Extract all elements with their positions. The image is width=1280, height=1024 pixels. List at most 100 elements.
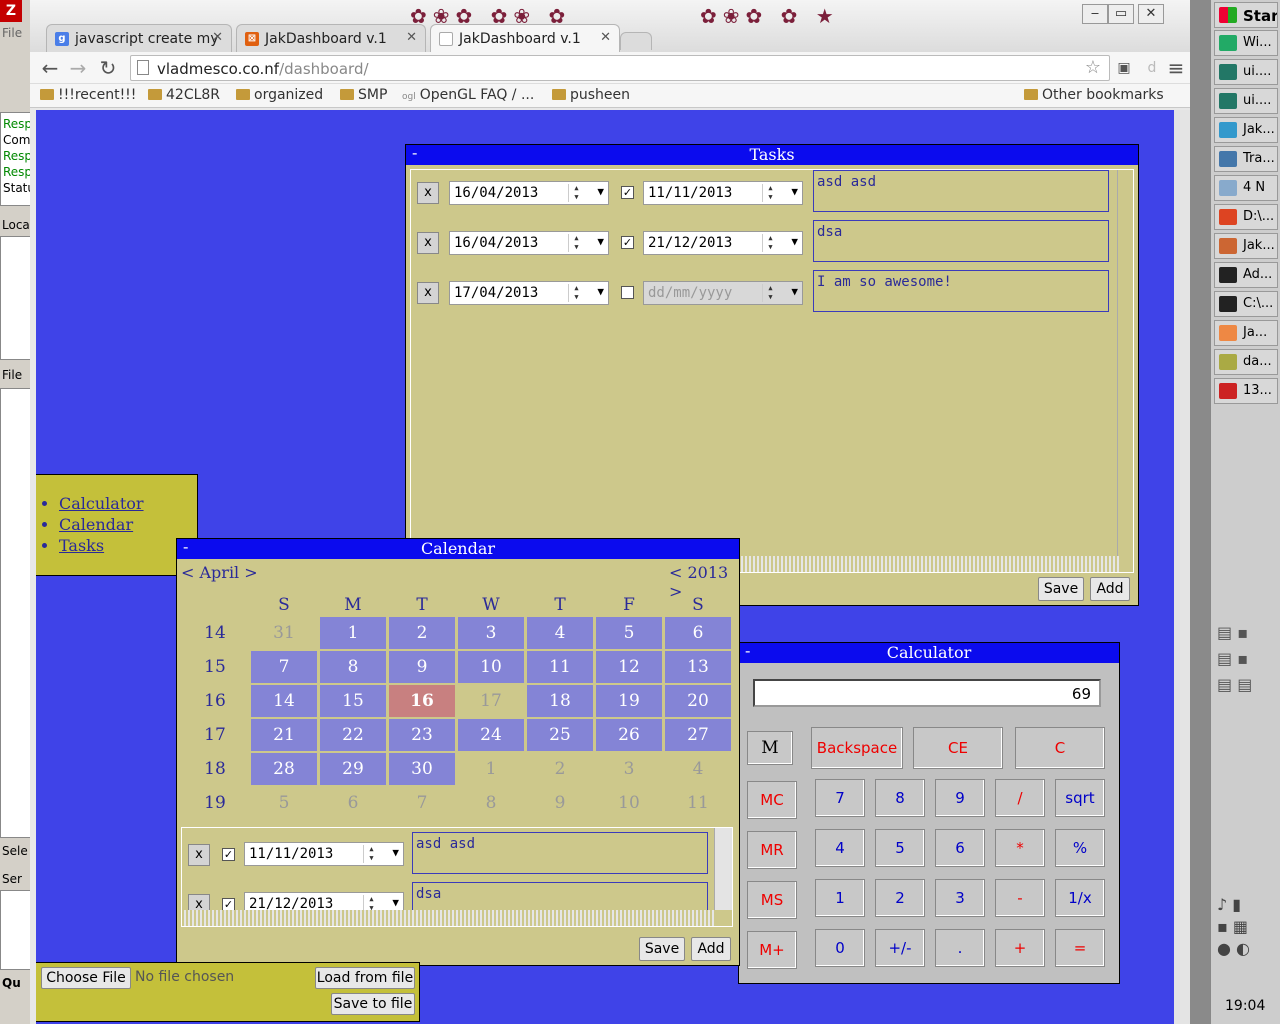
spinner-icon[interactable]: ▲ ▼ bbox=[762, 234, 778, 252]
clear-entry-button[interactable]: CE bbox=[913, 727, 1003, 769]
mc-button[interactable]: MC bbox=[747, 781, 797, 819]
taskbar-item[interactable]: Jak... bbox=[1214, 233, 1278, 259]
calendar-day[interactable]: 12 bbox=[596, 651, 662, 683]
maximize-icon[interactable]: ▭ bbox=[1108, 4, 1134, 24]
minimize-button[interactable]: - bbox=[412, 143, 417, 163]
dropdown-icon[interactable]: ▼ bbox=[597, 185, 604, 198]
calendar-day[interactable]: 17 bbox=[458, 685, 524, 717]
calendar-day[interactable]: 26 bbox=[596, 719, 662, 751]
taskbar-item[interactable]: 13... bbox=[1214, 378, 1278, 404]
menu-item-calculator[interactable]: Calculator bbox=[59, 493, 144, 514]
calendar-day-today[interactable]: 16 bbox=[389, 685, 455, 717]
key-8[interactable]: 8 bbox=[875, 779, 925, 817]
tasks-save-button[interactable]: Save bbox=[1038, 577, 1084, 601]
task-done-checkbox[interactable] bbox=[621, 286, 634, 299]
calendar-day[interactable]: 28 bbox=[251, 753, 317, 785]
bookmark-42cl8r[interactable]: 42CL8R bbox=[148, 87, 220, 103]
reload-icon[interactable]: ↻ bbox=[96, 56, 120, 80]
key-negate[interactable]: +/- bbox=[875, 929, 925, 967]
taskbar-item[interactable]: Jak... bbox=[1214, 117, 1278, 143]
save-to-file-button[interactable]: Save to file bbox=[331, 993, 415, 1015]
backspace-button[interactable]: Backspace bbox=[811, 727, 903, 769]
remove-task-button[interactable]: x bbox=[417, 182, 439, 204]
taskbar-item[interactable]: ui.... bbox=[1214, 59, 1278, 85]
month-navigator[interactable]: < April > bbox=[181, 563, 258, 582]
task-note-textarea[interactable]: dsa bbox=[813, 220, 1109, 262]
calendar-day[interactable]: 15 bbox=[320, 685, 386, 717]
key-0[interactable]: 0 bbox=[815, 929, 865, 967]
minimize-icon[interactable]: ‒ bbox=[1082, 4, 1108, 24]
calendar-day[interactable]: 8 bbox=[458, 787, 524, 819]
quick-launch-icons[interactable]: ▤ ▪ ▤ ▪ ▤ ▤ bbox=[1217, 620, 1273, 700]
close-icon[interactable]: ✕ bbox=[1138, 4, 1164, 24]
new-tab-button[interactable] bbox=[620, 32, 652, 50]
tasks-header[interactable]: - Tasks bbox=[406, 143, 1138, 165]
calendar-day[interactable]: 1 bbox=[320, 617, 386, 649]
key-9[interactable]: 9 bbox=[935, 779, 985, 817]
calendar-day[interactable]: 11 bbox=[527, 651, 593, 683]
task-due-date[interactable]: 11/11/2013 ▲ ▼ ▼ bbox=[244, 842, 404, 866]
forward-arrow-icon[interactable]: → bbox=[66, 56, 90, 80]
tag-extension-icon[interactable]: ▣ bbox=[1112, 56, 1136, 80]
calendar-header[interactable]: - Calendar bbox=[177, 537, 739, 559]
bookmark-opengl-faq[interactable]: ogl OpenGL FAQ / ... bbox=[402, 87, 534, 103]
taskbar-item[interactable]: Wi... bbox=[1214, 30, 1278, 56]
calendar-day[interactable]: 25 bbox=[527, 719, 593, 751]
tasks-add-button[interactable]: Add bbox=[1090, 577, 1130, 601]
page-info-icon[interactable] bbox=[137, 60, 149, 75]
calendar-day[interactable]: 6 bbox=[665, 617, 731, 649]
task-note-textarea[interactable]: asd asd bbox=[412, 832, 708, 874]
bookmark-recent[interactable]: !!!recent!!! bbox=[40, 87, 136, 103]
calendar-day[interactable]: 21 bbox=[251, 719, 317, 751]
minimize-button[interactable]: - bbox=[183, 537, 188, 557]
calendar-day[interactable]: 9 bbox=[389, 651, 455, 683]
calendar-day[interactable]: 13 bbox=[665, 651, 731, 683]
remove-task-button[interactable]: x bbox=[417, 282, 439, 304]
calendar-day[interactable]: 3 bbox=[458, 617, 524, 649]
tasks-vertical-scrollbar[interactable] bbox=[1117, 170, 1133, 556]
dropdown-icon[interactable]: ▼ bbox=[791, 185, 798, 198]
taskbar-item[interactable]: D:\... bbox=[1214, 204, 1278, 230]
key-percent[interactable]: % bbox=[1055, 829, 1105, 867]
menu-icon[interactable]: ≡ bbox=[1164, 56, 1188, 80]
extension-icon[interactable]: d bbox=[1140, 56, 1164, 80]
calendar-day[interactable]: 11 bbox=[665, 787, 731, 819]
task-note-textarea[interactable]: asd asd bbox=[813, 170, 1109, 212]
dropdown-icon[interactable]: ▼ bbox=[392, 846, 399, 859]
key-3[interactable]: 3 bbox=[935, 879, 985, 917]
calendar-day[interactable]: 5 bbox=[596, 617, 662, 649]
calendar-tasks-hscroll[interactable] bbox=[182, 910, 716, 926]
remove-task-button[interactable]: x bbox=[417, 232, 439, 254]
ms-button[interactable]: MS bbox=[747, 881, 797, 919]
tray-icons[interactable]: ♪ ▮ ▪ ▦ ● ◐ bbox=[1217, 894, 1273, 974]
calendar-day[interactable]: 2 bbox=[389, 617, 455, 649]
task-start-date[interactable]: 17/04/2013 ▲ ▼ ▼ bbox=[449, 281, 609, 305]
address-bar[interactable]: vladmesco.co.nf/dashboard/ ☆ bbox=[130, 55, 1110, 81]
calendar-day[interactable]: 22 bbox=[320, 719, 386, 751]
mr-button[interactable]: MR bbox=[747, 831, 797, 869]
taskbar-item[interactable]: Tra... bbox=[1214, 146, 1278, 172]
task-start-date[interactable]: 16/04/2013 ▲ ▼ ▼ bbox=[449, 231, 609, 255]
calendar-day[interactable]: 5 bbox=[251, 787, 317, 819]
calendar-day[interactable]: 24 bbox=[458, 719, 524, 751]
calendar-day[interactable]: 31 bbox=[251, 617, 317, 649]
calendar-day[interactable]: 30 bbox=[389, 753, 455, 785]
close-tab-icon[interactable]: ✕ bbox=[212, 30, 223, 45]
bookmark-pusheen[interactable]: pusheen bbox=[552, 87, 630, 103]
start-button[interactable]: Start bbox=[1214, 2, 1278, 28]
calendar-day[interactable]: 7 bbox=[251, 651, 317, 683]
key-7[interactable]: 7 bbox=[815, 779, 865, 817]
task-due-date[interactable]: 11/11/2013 ▲ ▼ ▼ bbox=[643, 181, 803, 205]
calendar-day[interactable]: 7 bbox=[389, 787, 455, 819]
other-bookmarks[interactable]: Other bookmarks bbox=[1024, 87, 1164, 103]
task-done-checkbox[interactable]: ✓ bbox=[621, 186, 634, 199]
task-note-textarea[interactable]: I am so awesome! bbox=[813, 270, 1109, 312]
tab-google[interactable]: g javascript create my ✕ bbox=[46, 24, 232, 52]
task-done-checkbox[interactable]: ✓ bbox=[621, 236, 634, 249]
clear-button[interactable]: C bbox=[1015, 727, 1105, 769]
remove-task-button[interactable]: x bbox=[188, 844, 210, 866]
dropdown-icon[interactable]: ▼ bbox=[791, 235, 798, 248]
spinner-icon[interactable]: ▲ ▼ bbox=[363, 845, 379, 863]
spinner-icon[interactable]: ▲ ▼ bbox=[568, 184, 584, 202]
calendar-day[interactable]: 14 bbox=[251, 685, 317, 717]
